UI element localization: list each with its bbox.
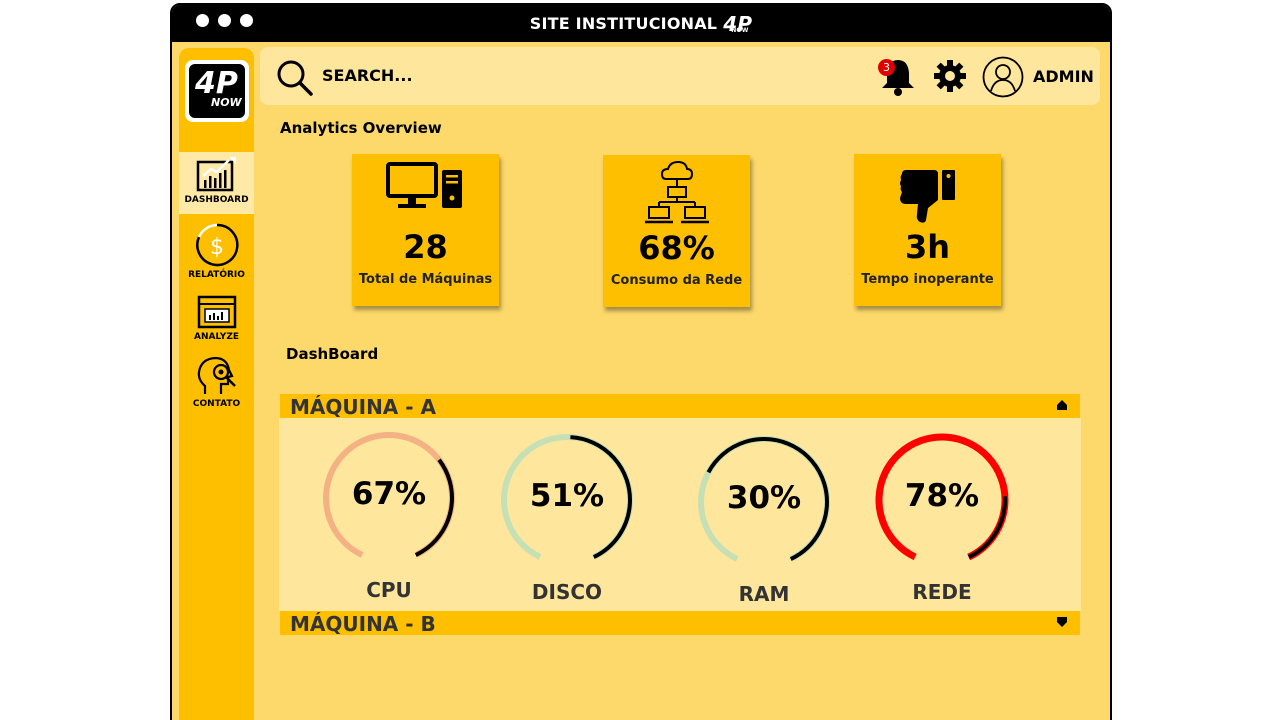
sidebar-item-label: RELATÓRIO: [188, 270, 245, 280]
card-icon-wrap: [352, 162, 499, 212]
dashboard-title: DashBoard: [286, 345, 379, 363]
gauge-rede: 78% REDE: [872, 430, 1032, 605]
card-value: 3h: [904, 228, 951, 266]
card-label: Consumo da Rede: [610, 273, 743, 288]
title-bar: SITE INSTITUCIONAL 4P NOW: [172, 5, 1110, 42]
sidebar-item-dashboard[interactable]: DASHBOARD: [179, 152, 254, 214]
collapse-arrow-icon[interactable]: [1056, 399, 1068, 411]
gauge-value: 67%: [351, 476, 427, 512]
window-control-dot[interactable]: [240, 14, 253, 27]
title-group: SITE INSTITUCIONAL 4P NOW: [530, 12, 752, 36]
chart-icon: [196, 157, 236, 192]
title-logo: 4P NOW: [723, 12, 752, 36]
window-control-dot[interactable]: [196, 14, 209, 27]
machine-a-panel: 67% CPU 51% DISCO 30% RAM 78% REDE: [279, 418, 1081, 611]
window-title: SITE INSTITUCIONAL: [529, 14, 718, 33]
brand-logo-mark: 4P NOW: [189, 64, 245, 118]
stat-card-downtime[interactable]: 3h Tempo inoperante: [854, 154, 1001, 306]
search-icon[interactable]: [276, 59, 314, 97]
sidebar-item-analyze[interactable]: ANALYZE: [179, 295, 254, 342]
gauge-disco: 51% DISCO: [497, 430, 657, 605]
card-value: 68%: [638, 229, 715, 267]
machine-name: MÁQUINA - A: [290, 395, 436, 419]
avatar[interactable]: [982, 56, 1024, 98]
sidebar-item-label: CONTATO: [192, 399, 241, 409]
user-name[interactable]: ADMIN: [1033, 67, 1094, 86]
gauge-value: 30%: [726, 480, 802, 516]
machine-name: MÁQUINA - B: [290, 612, 436, 636]
svg-text:$: $: [210, 235, 224, 260]
card-label: Tempo inoperante: [861, 272, 994, 287]
network-icon: [644, 160, 709, 224]
machine-b-header[interactable]: MÁQUINA - B: [280, 611, 1080, 636]
gauge-label: REDE: [912, 580, 972, 604]
stat-card-network[interactable]: 68% Consumo da Rede: [603, 155, 750, 307]
analyze-icon: [197, 295, 236, 329]
contact-icon: [197, 356, 236, 394]
top-bar: SEARCH... 3 ADMIN: [260, 47, 1100, 105]
sidebar-item-relatorio[interactable]: $ RELATÓRIO: [179, 223, 254, 280]
notification-badge: 3: [878, 59, 895, 76]
sidebar: 4P NOW DASHBOARD $ RELATÓRIO ANALYZE CON…: [179, 48, 254, 720]
brand-logo-subtext: NOW: [211, 96, 242, 109]
sidebar-item-label: ANALYZE: [194, 332, 239, 342]
gauge-label: CPU: [366, 578, 412, 602]
overview-title: Analytics Overview: [280, 119, 442, 137]
card-icon-wrap: [854, 168, 1001, 224]
machine-a-header[interactable]: MÁQUINA - A: [280, 394, 1080, 419]
app-window: SITE INSTITUCIONAL 4P NOW 4P NOW DASHBOA…: [170, 3, 1112, 720]
gauge-ram: 30% RAM: [694, 432, 854, 607]
title-logo-subtext: NOW: [731, 26, 749, 34]
gauge-label: RAM: [738, 582, 790, 606]
gear-icon[interactable]: [933, 59, 967, 93]
gauge-value: 78%: [904, 478, 980, 514]
computer-icon: [385, 162, 462, 208]
search-input[interactable]: SEARCH...: [322, 66, 413, 85]
expand-arrow-icon[interactable]: [1056, 616, 1068, 628]
gauge-value: 51%: [529, 478, 605, 514]
gauge-label: DISCO: [531, 580, 603, 604]
thumbs-down-icon: [899, 170, 955, 223]
stat-card-machines[interactable]: 28 Total de Máquinas: [352, 154, 499, 306]
sidebar-item-contato[interactable]: CONTATO: [179, 356, 254, 409]
card-label: Total de Máquinas: [358, 272, 493, 287]
card-icon-wrap: [603, 159, 750, 225]
brand-logo[interactable]: 4P NOW: [185, 60, 249, 122]
gauge-cpu: 67% CPU: [319, 428, 479, 603]
window-control-dot[interactable]: [218, 14, 231, 27]
card-value: 28: [403, 228, 448, 266]
dollar-icon: $: [195, 223, 239, 267]
sidebar-item-label: DASHBOARD: [184, 195, 249, 205]
